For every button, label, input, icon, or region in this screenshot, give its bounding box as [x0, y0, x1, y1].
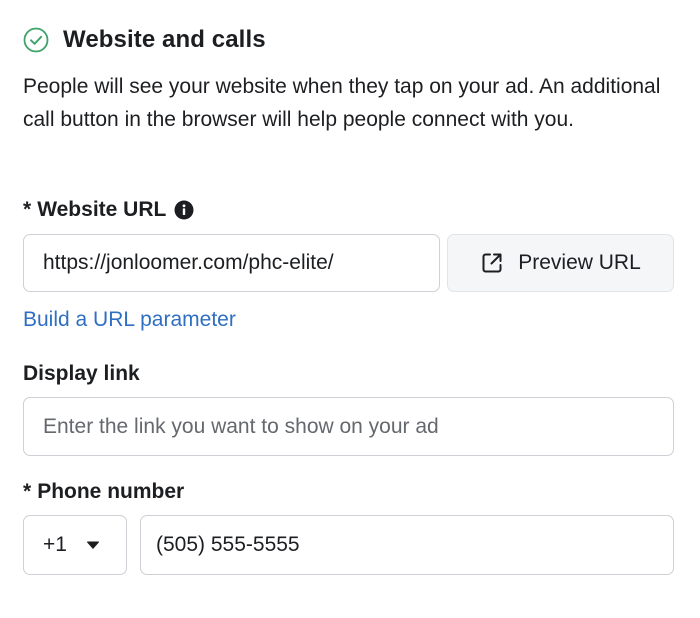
required-mark: * [23, 480, 32, 503]
required-mark: * [23, 198, 32, 221]
phone-number-value: (505) 555-5555 [156, 533, 300, 556]
phone-number-label: * Phone number [23, 479, 184, 505]
section-header: Website and calls [23, 26, 266, 54]
display-link-label: Display link [23, 361, 140, 387]
info-icon[interactable] [174, 200, 194, 220]
display-link-placeholder: Enter the link you want to show on your … [43, 414, 439, 438]
display-link-label-text: Display link [23, 362, 140, 385]
website-url-label: * Website URL [23, 197, 194, 223]
preview-url-button[interactable]: Preview URL [447, 234, 674, 292]
website-url-value: https://jonloomer.com/phc-elite/ [43, 251, 334, 274]
phone-number-input[interactable]: (505) 555-5555 [140, 515, 674, 575]
external-link-icon [480, 251, 504, 275]
check-circle-icon [23, 27, 49, 53]
section-title: Website and calls [63, 26, 266, 53]
country-code-select[interactable]: +1 [23, 515, 127, 575]
build-url-parameter-link[interactable]: Build a URL parameter [23, 308, 236, 332]
website-url-label-text: Website URL [37, 198, 167, 221]
section-description: People will see your website when they t… [23, 75, 661, 131]
country-code-value: +1 [43, 533, 67, 556]
display-link-input[interactable]: Enter the link you want to show on your … [23, 397, 674, 456]
preview-url-label: Preview URL [518, 251, 641, 274]
phone-number-label-text: Phone number [37, 480, 185, 503]
website-url-input[interactable]: https://jonloomer.com/phc-elite/ [23, 234, 440, 292]
caret-down-icon [86, 540, 100, 550]
